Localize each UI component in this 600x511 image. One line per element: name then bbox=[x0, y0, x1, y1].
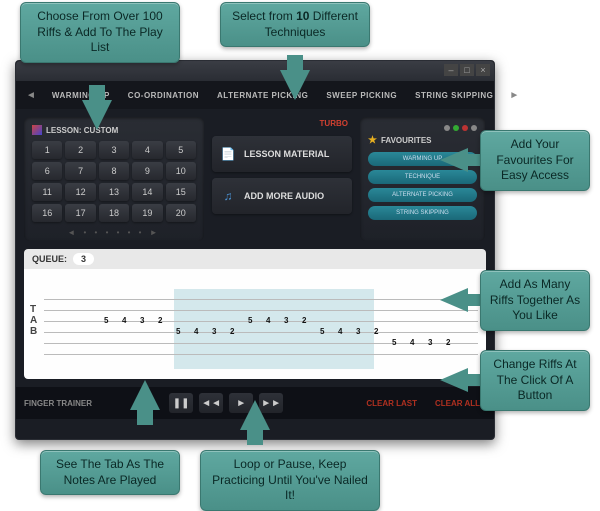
titlebar: – □ × bbox=[16, 61, 494, 81]
fret-number: 4 bbox=[122, 316, 126, 325]
arrow-icon bbox=[82, 100, 112, 130]
riff-number-button[interactable]: 8 bbox=[99, 162, 129, 180]
maximize-button[interactable]: □ bbox=[460, 64, 474, 76]
arrow-icon bbox=[440, 368, 468, 392]
callout-addmany: Add As Many Riffs Together As You Like bbox=[480, 270, 590, 331]
clear-all-button[interactable]: CLEAR ALL bbox=[429, 395, 486, 412]
riff-number-button[interactable]: 6 bbox=[32, 162, 62, 180]
riff-number-button[interactable]: 14 bbox=[132, 183, 162, 201]
nav-next-icon[interactable]: ► bbox=[503, 90, 525, 101]
fret-number: 2 bbox=[446, 338, 450, 347]
arrow-icon bbox=[280, 70, 310, 100]
staff-line bbox=[44, 332, 478, 333]
staff-line bbox=[44, 299, 478, 300]
riff-number-button[interactable]: 3 bbox=[99, 141, 129, 159]
callout-techniques: Select from 10 Different Techniques bbox=[220, 2, 370, 47]
arrow-icon bbox=[130, 380, 160, 410]
queue-bar: QUEUE: 3 bbox=[24, 249, 486, 269]
fret-number: 3 bbox=[140, 316, 144, 325]
favourite-item[interactable]: STRING SKIPPING bbox=[368, 206, 477, 220]
star-icon: ★ bbox=[368, 135, 377, 146]
fret-number: 2 bbox=[374, 327, 378, 336]
tab-label: T A B bbox=[30, 304, 37, 337]
staff-line bbox=[44, 321, 478, 322]
riff-number-button[interactable]: 20 bbox=[166, 204, 196, 222]
riff-number-button[interactable]: 7 bbox=[65, 162, 95, 180]
fret-number: 3 bbox=[212, 327, 216, 336]
favourite-item[interactable]: ALTERNATE PICKING bbox=[368, 188, 477, 202]
riff-number-button[interactable]: 16 bbox=[32, 204, 62, 222]
fret-number: 4 bbox=[194, 327, 198, 336]
fret-number: 5 bbox=[248, 316, 252, 325]
fret-number: 2 bbox=[230, 327, 234, 336]
fret-number: 3 bbox=[356, 327, 360, 336]
nav-tab[interactable]: STRING SKIPPING bbox=[407, 87, 501, 104]
riff-number-button[interactable]: 1 bbox=[32, 141, 62, 159]
pause-button[interactable]: ❚❚ bbox=[169, 393, 193, 413]
controls-label: FINGER TRAINER bbox=[24, 399, 92, 408]
favourites-title: ★ FAVOURITES bbox=[368, 135, 477, 146]
tab-area: T A B 5 4 3 2 5 4 3 2 5 4 3 2 5 4 3 2 5 4 3 2 bbox=[24, 269, 486, 379]
fret-number: 3 bbox=[284, 316, 288, 325]
riff-number-button[interactable]: 12 bbox=[65, 183, 95, 201]
cube-icon bbox=[32, 125, 42, 135]
callout-riffs: Choose From Over 100 Riffs & Add To The … bbox=[20, 2, 180, 63]
riff-number-button[interactable]: 10 bbox=[166, 162, 196, 180]
music-note-icon: ♫ bbox=[220, 188, 236, 204]
staff-line bbox=[44, 310, 478, 311]
fret-number: 4 bbox=[266, 316, 270, 325]
staff-line bbox=[44, 354, 478, 355]
fret-number: 5 bbox=[320, 327, 324, 336]
riff-number-button[interactable]: 11 bbox=[32, 183, 62, 201]
fret-number: 5 bbox=[176, 327, 180, 336]
close-button[interactable]: × bbox=[476, 64, 490, 76]
fret-number: 3 bbox=[428, 338, 432, 347]
riff-number-button[interactable]: 19 bbox=[132, 204, 162, 222]
fret-number: 5 bbox=[104, 316, 108, 325]
lesson-material-button[interactable]: 📄 LESSON MATERIAL bbox=[212, 136, 352, 172]
nav-prev-icon[interactable]: ◄ bbox=[20, 90, 42, 101]
add-audio-button[interactable]: ♫ ADD MORE AUDIO bbox=[212, 178, 352, 214]
riff-number-button[interactable]: 17 bbox=[65, 204, 95, 222]
arrow-icon bbox=[440, 148, 468, 172]
fret-number: 4 bbox=[410, 338, 414, 347]
pager-dots[interactable]: ◄ • • • • • • ► bbox=[32, 228, 196, 237]
nav-tab[interactable]: SWEEP PICKING bbox=[318, 87, 405, 104]
riff-number-button[interactable]: 5 bbox=[166, 141, 196, 159]
riff-number-button[interactable]: 9 bbox=[132, 162, 162, 180]
rewind-button[interactable]: ◄◄ bbox=[199, 393, 223, 413]
status-dots bbox=[368, 125, 477, 131]
queue-label: QUEUE: bbox=[32, 254, 67, 264]
favourites-panel: ★ FAVOURITES WARMING UP TECHNIQUE ALTERN… bbox=[360, 117, 485, 241]
riff-number-button[interactable]: 13 bbox=[99, 183, 129, 201]
clear-last-button[interactable]: CLEAR LAST bbox=[360, 395, 423, 412]
arrow-icon bbox=[440, 288, 468, 312]
arrow-icon bbox=[240, 400, 270, 430]
riff-number-button[interactable]: 18 bbox=[99, 204, 129, 222]
document-icon: 📄 bbox=[220, 146, 236, 162]
callout-seetab: See The Tab As The Notes Are Played bbox=[40, 450, 180, 495]
fret-number: 2 bbox=[302, 316, 306, 325]
queue-count: 3 bbox=[73, 253, 94, 265]
callout-changeriffs: Change Riffs At The Click Of A Button bbox=[480, 350, 590, 411]
fret-number: 5 bbox=[392, 338, 396, 347]
minimize-button[interactable]: – bbox=[444, 64, 458, 76]
fret-number: 2 bbox=[158, 316, 162, 325]
lesson-title: LESSON: CUSTOM bbox=[32, 125, 196, 135]
lesson-panel: LESSON: CUSTOM 1234567891011121314151617… bbox=[24, 117, 204, 241]
callout-loop: Loop or Pause, Keep Practicing Until You… bbox=[200, 450, 380, 511]
turbo-label: TURBO bbox=[212, 117, 352, 130]
callout-favourites: Add Your Favourites For Easy Access bbox=[480, 130, 590, 191]
riff-number-button[interactable]: 4 bbox=[132, 141, 162, 159]
riff-number-button[interactable]: 2 bbox=[65, 141, 95, 159]
favourite-item[interactable]: TECHNIQUE bbox=[368, 170, 477, 184]
riff-number-button[interactable]: 15 bbox=[166, 183, 196, 201]
fret-number: 4 bbox=[338, 327, 342, 336]
nav-tab[interactable]: CO-ORDINATION bbox=[120, 87, 207, 104]
